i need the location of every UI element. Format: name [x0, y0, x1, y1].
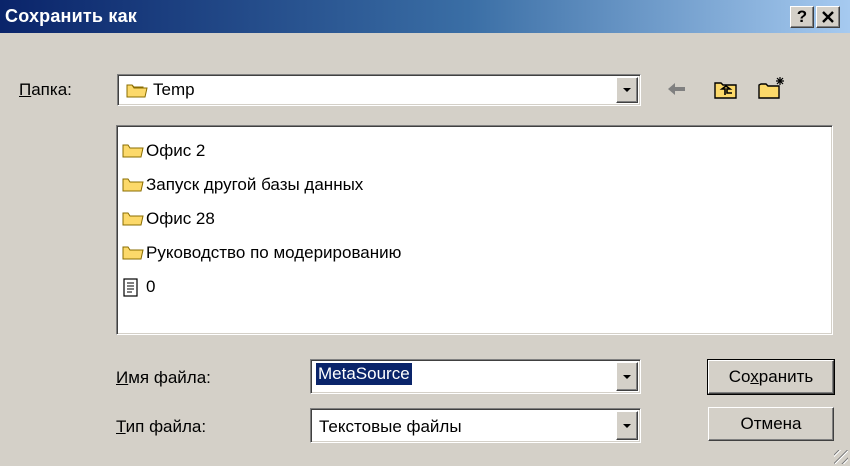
- location-label-access-key: П: [19, 80, 32, 99]
- chevron-down-icon: [623, 375, 631, 379]
- filetype-value: Текстовые файлы: [319, 417, 462, 436]
- resize-grip[interactable]: [834, 450, 848, 464]
- filename-label: Имя файла:: [116, 368, 211, 388]
- save-label-access-key: х: [750, 367, 759, 386]
- list-item-label: Запуск другой базы данных: [146, 175, 364, 194]
- location-label-text: апка:: [31, 80, 72, 99]
- location-value: Temp: [153, 80, 195, 99]
- chevron-down-icon: [623, 424, 631, 428]
- up-folder-icon[interactable]: [713, 78, 739, 100]
- filename-input[interactable]: MetaSource: [316, 363, 412, 385]
- filename-combo[interactable]: MetaSource: [310, 359, 641, 394]
- list-item-label: Руководство по модерированию: [146, 243, 402, 262]
- help-button[interactable]: ?: [790, 6, 814, 28]
- folder-icon: [122, 142, 144, 158]
- file-list[interactable]: Офис 2 Запуск другой базы данных Офис 28…: [116, 125, 833, 335]
- filename-label-access-key: И: [116, 368, 129, 387]
- save-label-post: ранить: [758, 367, 814, 386]
- back-arrow-icon[interactable]: [664, 78, 690, 100]
- new-folder-icon[interactable]: [756, 74, 784, 99]
- close-icon: [822, 11, 834, 23]
- list-item-label: 0: [146, 277, 156, 296]
- folder-icon: [122, 210, 144, 226]
- filename-label-text: мя файла:: [128, 368, 211, 387]
- filetype-dropdown-button[interactable]: [616, 411, 638, 440]
- save-button[interactable]: Сохранить: [707, 359, 835, 395]
- window-title: Сохранить как: [5, 6, 138, 26]
- save-label-pre: Со: [728, 367, 751, 386]
- text-file-icon: [122, 278, 140, 303]
- filetype-label-text: ип файла:: [125, 417, 207, 436]
- cancel-button[interactable]: Отмена: [708, 407, 834, 441]
- list-item-label: Офис 28: [146, 209, 215, 228]
- filetype-select[interactable]: Текстовые файлы: [310, 408, 641, 443]
- location-combo[interactable]: Temp: [117, 74, 641, 106]
- filetype-label-access-key: Т: [116, 417, 126, 436]
- chevron-down-icon: [623, 88, 631, 92]
- location-dropdown-button[interactable]: [616, 77, 638, 103]
- folder-icon: [122, 176, 144, 192]
- list-item-label: Офис 2: [146, 141, 206, 160]
- folder-icon: [122, 244, 144, 260]
- close-button[interactable]: [816, 6, 840, 28]
- folder-icon: [126, 82, 148, 98]
- title-bar: Сохранить как ?: [0, 0, 850, 33]
- filetype-label: Тип файла:: [116, 417, 206, 437]
- filename-dropdown-button[interactable]: [616, 362, 638, 391]
- location-label: Папка:: [19, 80, 72, 100]
